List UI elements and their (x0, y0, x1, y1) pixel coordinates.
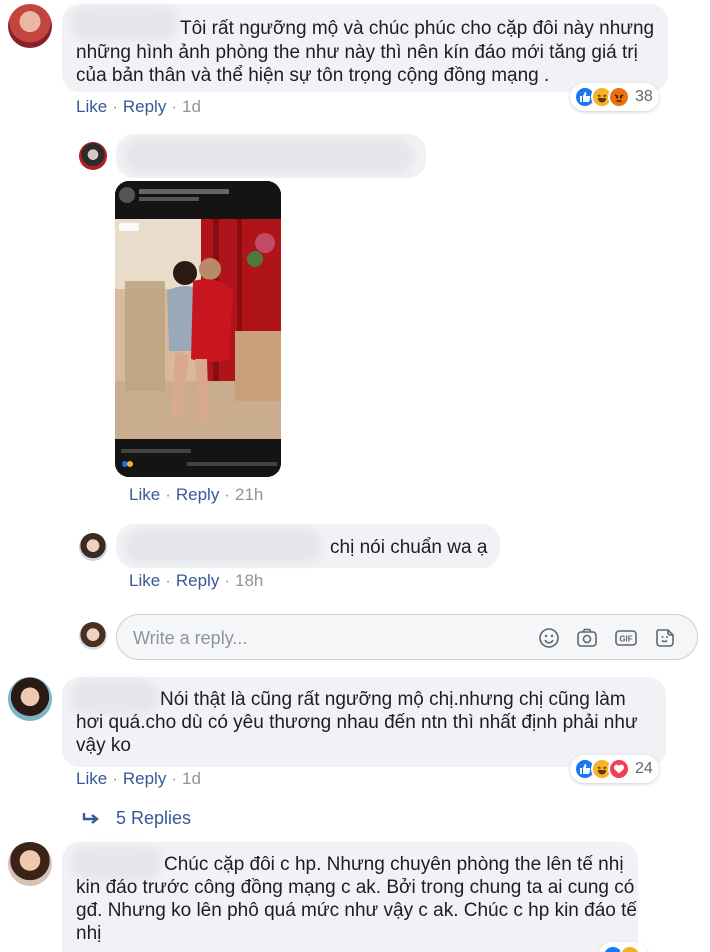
replier-name-blurred[interactable] (124, 139, 414, 173)
like-button[interactable]: Like (129, 571, 160, 590)
comment-text-line: những hình ảnh phòng the như này thì nên… (76, 42, 638, 63)
reply-composer[interactable]: GIF (116, 614, 698, 660)
comment-text-line: gđ. Nhưng ko lên phô quá mức như vậy c a… (76, 900, 637, 921)
reply-arrow-icon (82, 812, 100, 826)
timestamp[interactable]: 18h (235, 571, 263, 590)
reply-button[interactable]: Reply (176, 485, 219, 504)
comment-text-line: nhị (76, 923, 102, 944)
comment-actions: Like · Reply · 1d (76, 97, 201, 116)
reaction-summary[interactable] (598, 942, 648, 952)
reply-button[interactable]: Reply (176, 571, 219, 590)
reply-text: chị nói chuẩn wa ạ (330, 537, 488, 558)
camera-icon[interactable] (575, 626, 599, 650)
view-replies-link[interactable]: 5 Replies (82, 808, 191, 829)
sticker-icon[interactable] (653, 626, 677, 650)
commenter-name-blurred[interactable] (70, 680, 158, 714)
reaction-summary[interactable]: 24 (570, 755, 659, 783)
commenter-avatar[interactable] (8, 842, 52, 886)
replier-avatar[interactable] (79, 142, 107, 170)
comment-text-line: hơi quá.cho dù có yêu thương nhau đến nt… (76, 712, 638, 733)
commenter-name-blurred[interactable] (70, 846, 162, 880)
comment-text-line: Tôi rất ngưỡng mộ và chúc phúc cho cặp đ… (180, 18, 655, 39)
replies-count-label[interactable]: 5 Replies (116, 808, 191, 829)
reaction-summary[interactable]: 38 (570, 83, 659, 111)
haha-icon (619, 945, 641, 952)
commenter-avatar[interactable] (8, 677, 52, 721)
timestamp[interactable]: 21h (235, 485, 263, 504)
love-icon (608, 758, 630, 780)
commenter-avatar[interactable] (8, 4, 52, 48)
timestamp[interactable]: 1d (182, 769, 201, 788)
like-button[interactable]: Like (129, 485, 160, 504)
reaction-count: 24 (635, 760, 653, 777)
reply-button[interactable]: Reply (123, 769, 166, 788)
replier-name-blurred[interactable] (124, 529, 322, 563)
comment-text-line: Chúc cặp đôi c hp. Nhưng chuyên phòng th… (164, 854, 624, 875)
comment-text-line: Nói thật là cũng rất ngưỡng mộ chị.nhưng… (160, 689, 626, 710)
gif-icon[interactable]: GIF (614, 626, 638, 650)
like-button[interactable]: Like (76, 97, 107, 116)
timestamp[interactable]: 1d (182, 97, 201, 116)
comment-text-line: kin đáo trước công đồng mạng c ak. Bởi t… (76, 877, 635, 898)
reaction-count: 38 (635, 88, 653, 105)
comment-text-line: của bản thân và thể hiện sự tôn trọng cộ… (76, 65, 550, 86)
reply-button[interactable]: Reply (123, 97, 166, 116)
reply-input[interactable] (133, 624, 513, 652)
comment-text-line: vậy ko (76, 735, 131, 756)
comment-actions: Like · Reply · 1d (76, 769, 201, 788)
angry-icon (608, 86, 630, 108)
like-button[interactable]: Like (76, 769, 107, 788)
svg-text:GIF: GIF (619, 635, 632, 644)
reply-actions: Like · Reply · 21h (129, 485, 264, 504)
replier-avatar[interactable] (79, 533, 107, 561)
commenter-name-blurred[interactable] (70, 6, 178, 40)
reply-actions: Like · Reply · 18h (129, 571, 264, 590)
reply-photo[interactable] (115, 181, 281, 477)
current-user-avatar (79, 622, 107, 650)
emoji-icon[interactable] (537, 626, 561, 650)
